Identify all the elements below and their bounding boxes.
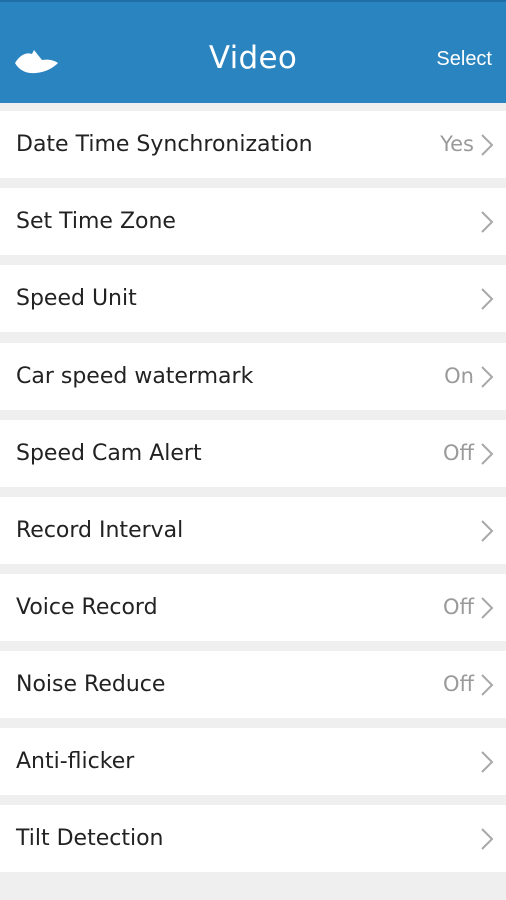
setting-row-car-speed-watermark[interactable]: Car speed watermark On	[0, 343, 506, 410]
setting-label: Set Time Zone	[16, 209, 176, 234]
setting-row-record-interval[interactable]: Record Interval	[0, 497, 506, 564]
setting-value: On	[444, 364, 474, 388]
setting-label: Speed Unit	[16, 286, 137, 311]
page-title: Video	[208, 40, 298, 76]
setting-label: Voice Record	[16, 595, 158, 620]
setting-label: Anti-flicker	[16, 749, 135, 774]
setting-row-anti-flicker[interactable]: Anti-flicker	[0, 728, 506, 795]
setting-value: Off	[443, 672, 474, 696]
chevron-right-icon	[481, 751, 494, 773]
setting-row-noise-reduce[interactable]: Noise Reduce Off	[0, 651, 506, 718]
back-arrow-icon	[15, 50, 58, 74]
chevron-right-icon	[481, 134, 494, 156]
chevron-right-icon	[481, 443, 494, 465]
setting-value: Off	[443, 595, 474, 619]
setting-label: Record Interval	[16, 518, 184, 543]
setting-label: Date Time Synchronization	[16, 132, 313, 157]
setting-row-speed-cam-alert[interactable]: Speed Cam Alert Off	[0, 420, 506, 487]
chevron-right-icon	[481, 366, 494, 388]
chevron-right-icon	[481, 520, 494, 542]
setting-label: Tilt Detection	[16, 826, 164, 851]
setting-label: Car speed watermark	[16, 364, 254, 389]
setting-row-speed-unit[interactable]: Speed Unit	[0, 265, 506, 332]
setting-value: Off	[443, 441, 474, 465]
setting-label: Noise Reduce	[16, 672, 166, 697]
navigation-bar: Video Select	[0, 0, 506, 103]
setting-row-set-time-zone[interactable]: Set Time Zone	[0, 188, 506, 255]
chevron-right-icon	[481, 288, 494, 310]
chevron-right-icon	[481, 828, 494, 850]
chevron-right-icon	[481, 597, 494, 619]
setting-value: Yes	[440, 132, 474, 156]
chevron-right-icon	[481, 674, 494, 696]
back-button[interactable]	[12, 46, 60, 80]
setting-label: Speed Cam Alert	[16, 441, 202, 466]
setting-row-voice-record[interactable]: Voice Record Off	[0, 574, 506, 641]
select-button[interactable]: Select	[436, 48, 492, 71]
chevron-right-icon	[481, 211, 494, 233]
setting-row-date-time-sync[interactable]: Date Time Synchronization Yes	[0, 111, 506, 178]
setting-row-tilt-detection[interactable]: Tilt Detection	[0, 805, 506, 872]
